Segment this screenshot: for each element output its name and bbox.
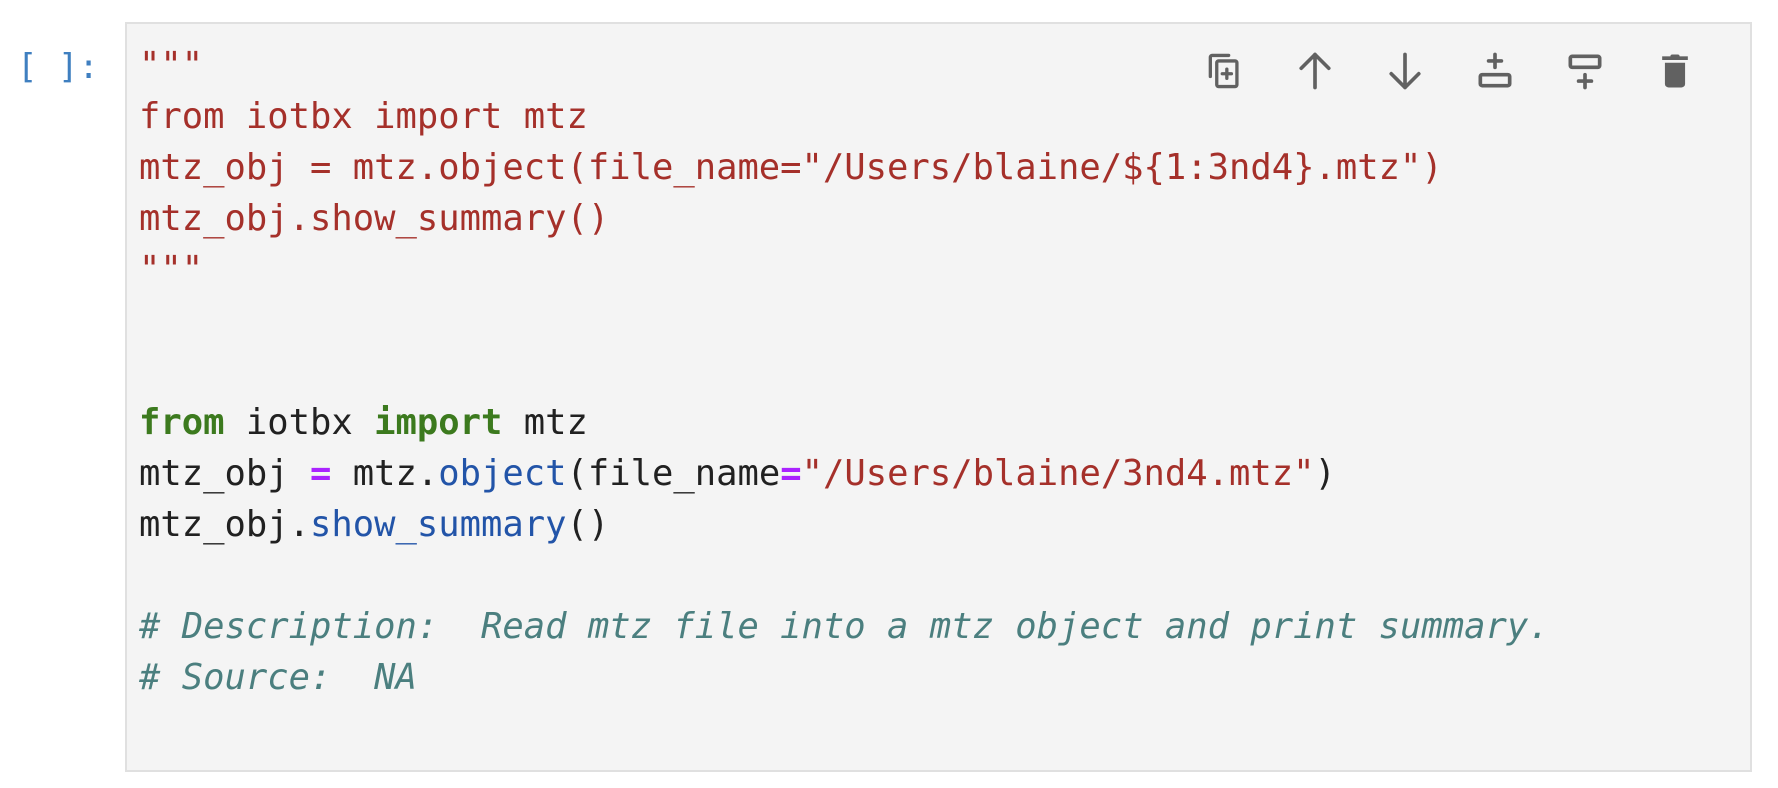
duplicate-cell-button[interactable] <box>1180 46 1270 96</box>
comment-line: # Description: Read mtz file into a mtz … <box>139 606 1550 647</box>
insert-above-button[interactable] <box>1450 46 1540 96</box>
move-up-button[interactable] <box>1270 46 1360 96</box>
function-name: object <box>438 453 567 494</box>
close-paren: ) <box>1314 453 1336 494</box>
delete-cell-button[interactable] <box>1630 46 1720 96</box>
method-name: show_summary <box>309 504 567 545</box>
code-line: mtz_obj.show_summary() <box>139 198 610 239</box>
code-line-import: from iotbx import mtz <box>139 397 1550 448</box>
move-down-button[interactable] <box>1360 46 1450 96</box>
string-literal: "/Users/blaine/3nd4.mtz" <box>801 453 1315 494</box>
insert-above-icon <box>1478 52 1512 88</box>
module-name: iotbx <box>224 402 375 443</box>
object-ref: mtz_obj. <box>139 504 310 545</box>
code-cell[interactable]: """ from iotbx import mtz mtz_obj = mtz.ob… <box>125 22 1752 772</box>
imported-name: mtz <box>502 402 588 443</box>
comment-line: # Source: NA <box>139 657 417 698</box>
trash-icon <box>1662 54 1688 88</box>
object-ref: mtz. <box>331 453 439 494</box>
code-line: mtz_obj = mtz.object(file_name="/Users/b… <box>139 147 1443 188</box>
code-line: """ <box>139 249 204 290</box>
code-line-assign: mtz_obj = mtz.object(file_name="/Users/b… <box>139 448 1550 499</box>
cell-prompt: [ ]: <box>17 47 99 87</box>
insert-below-icon <box>1568 54 1602 90</box>
argument-name: (file_name <box>566 453 781 494</box>
code-line-call: mtz_obj.show_summary() <box>139 499 1550 550</box>
insert-below-button[interactable] <box>1540 46 1630 96</box>
code-editor[interactable]: """ from iotbx import mtz mtz_obj = mtz.ob… <box>139 40 1550 703</box>
operator-kwarg: = <box>780 453 802 494</box>
keyword-from: from <box>139 402 225 443</box>
cell-toolbar <box>1180 46 1720 96</box>
keyword-import: import <box>374 402 503 443</box>
operator-assign: = <box>309 453 332 494</box>
variable-name: mtz_obj <box>139 453 310 494</box>
arrow-up-icon <box>1299 52 1331 90</box>
duplicate-icon <box>1208 53 1239 89</box>
arrow-down-icon <box>1389 52 1421 90</box>
code-line: from iotbx import mtz <box>139 96 588 137</box>
call-parens: () <box>566 504 610 545</box>
